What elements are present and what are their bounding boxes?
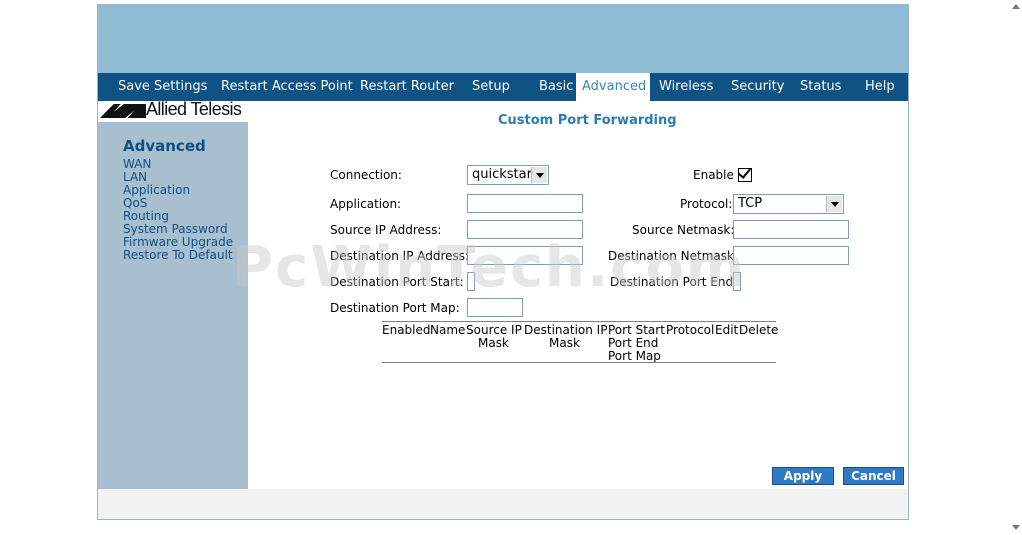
dest-port-start-input[interactable]	[467, 272, 475, 291]
col-protocol: Protocol	[666, 323, 715, 337]
sidebar-heading: Advanced	[123, 137, 206, 155]
table-bottom-rule	[382, 362, 776, 363]
application-input[interactable]	[467, 194, 583, 213]
top-navbar: Save Settings Restart Access Point Resta…	[98, 73, 908, 101]
nav-wireless[interactable]: Wireless	[659, 73, 713, 101]
col-name: Name	[430, 323, 466, 337]
nav-setup[interactable]: Setup	[472, 73, 510, 101]
source-netmask-label: Source Netmask:	[632, 223, 735, 237]
allied-telesis-logo-icon	[100, 104, 146, 118]
source-ip-label: Source IP Address:	[330, 223, 442, 237]
cancel-button[interactable]: Cancel	[843, 467, 904, 485]
protocol-select-value: TCP	[738, 196, 763, 211]
sidebar-item-restore-default[interactable]: Restore To Default	[123, 249, 233, 262]
dest-netmask-label: Destination Netmask:	[608, 249, 739, 263]
col-dest-mask: Mask	[549, 336, 580, 350]
nav-basic[interactable]: Basic	[539, 73, 573, 101]
source-netmask-input[interactable]	[733, 220, 849, 239]
connection-label: Connection:	[330, 168, 402, 182]
nav-help[interactable]: Help	[865, 73, 895, 101]
table-top-rule	[382, 321, 776, 322]
col-enabled: Enabled	[382, 323, 431, 337]
connection-select-value: quickstart	[472, 167, 538, 182]
enable-label: Enable	[693, 168, 734, 182]
col-edit: Edit	[715, 323, 739, 337]
scroll-down-icon[interactable]	[1012, 525, 1020, 530]
header-banner	[98, 5, 908, 73]
footer-band	[98, 489, 908, 519]
nav-security[interactable]: Security	[731, 73, 784, 101]
protocol-select[interactable]: TCP	[733, 194, 844, 214]
brand-logo: Allied Telesis	[98, 99, 248, 122]
dest-port-end-label: Destination Port End:	[610, 275, 738, 289]
nav-save-settings[interactable]: Save Settings	[118, 73, 207, 101]
source-ip-input[interactable]	[467, 220, 583, 239]
dest-port-start-label: Destination Port Start:	[330, 275, 464, 289]
col-source-mask: Mask	[478, 336, 509, 350]
dest-port-map-input[interactable]	[467, 298, 523, 317]
sidebar: Advanced WAN LAN Application QoS Routing…	[98, 122, 248, 489]
connection-select[interactable]: quickstart	[467, 165, 549, 185]
dest-port-end-input[interactable]	[733, 272, 741, 291]
nav-advanced[interactable]: Advanced	[576, 73, 650, 101]
protocol-label: Protocol:	[680, 197, 733, 211]
brand-logo-text: Allied Telesis	[146, 99, 242, 119]
chevron-down-icon	[531, 167, 547, 183]
page-title: Custom Port Forwarding	[498, 113, 677, 128]
dest-ip-label: Destination IP Address:	[330, 249, 470, 263]
col-delete: Delete	[739, 323, 779, 337]
chevron-down-icon	[826, 196, 842, 212]
enable-checkbox[interactable]	[738, 168, 752, 182]
nav-restart-router[interactable]: Restart Router	[360, 73, 454, 101]
dest-ip-input[interactable]	[467, 246, 583, 265]
nav-status[interactable]: Status	[800, 73, 841, 101]
scroll-up-icon[interactable]	[1012, 4, 1020, 9]
nav-restart-access-point[interactable]: Restart Access Point	[221, 73, 353, 101]
application-label: Application:	[330, 197, 402, 211]
dest-port-map-label: Destination Port Map:	[330, 301, 460, 315]
apply-button[interactable]: Apply	[772, 467, 834, 485]
dest-netmask-input[interactable]	[733, 246, 849, 265]
